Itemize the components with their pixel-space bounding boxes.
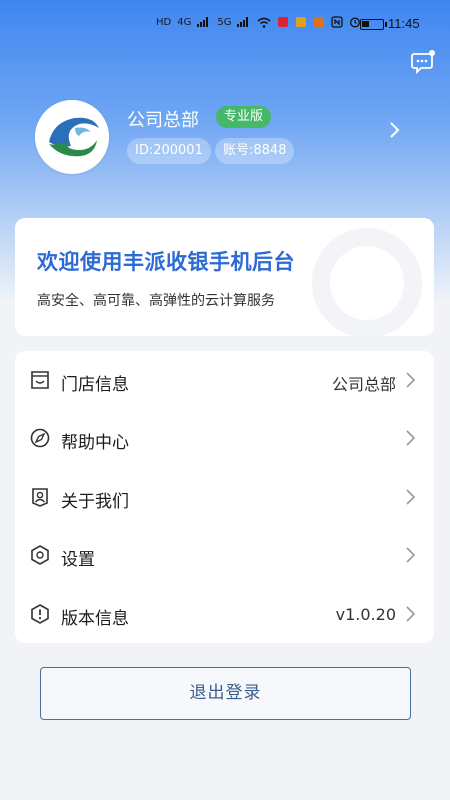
welcome-card: 欢迎使用丰派收银手机后台 高安全、高可靠、高弹性的云计算服务 [15, 218, 434, 336]
menu-item-label: 门店信息 [61, 375, 129, 395]
app-notification-icon [278, 17, 289, 27]
store-icon [31, 371, 49, 389]
chevron-right-icon [389, 120, 401, 145]
menu-item-settings[interactable]: 设置 [15, 526, 434, 584]
chevron-right-icon [406, 430, 416, 446]
menu-item-label: 版本信息 [61, 609, 129, 629]
battery-icon [360, 19, 387, 30]
chat-bubble-icon [411, 50, 435, 75]
company-logo-icon [35, 100, 109, 174]
status-icons: HD 4G 5G [156, 16, 361, 28]
network-label-hd1: HD [156, 16, 172, 28]
status-time: 11:45 [388, 16, 420, 31]
welcome-title: 欢迎使用丰派收银手机后台 [37, 250, 295, 274]
chevron-right-icon [406, 489, 416, 505]
menu-item-label: 帮助中心 [61, 433, 129, 453]
network-label-5g: 5G [217, 16, 232, 28]
signal-icon-2 [237, 17, 249, 27]
wifi-icon [258, 17, 271, 28]
network-label-4g: 4G [177, 16, 192, 28]
app-notification-icon-3 [314, 17, 325, 27]
compass-icon [30, 428, 50, 448]
decorative-circle [312, 228, 422, 336]
company-name: 公司总部 [127, 110, 199, 131]
menu-item-about-us[interactable]: 关于我们 [15, 468, 434, 526]
welcome-subtitle: 高安全、高可靠、高弹性的云计算服务 [37, 293, 275, 309]
info-icon [31, 604, 49, 624]
menu-item-help-center[interactable]: 帮助中心 [15, 409, 434, 467]
account-badge: 账号:8848 [215, 138, 295, 164]
menu-item-value: v1.0.20 [335, 605, 396, 624]
chevron-right-icon [406, 372, 416, 388]
menu-item-label: 关于我们 [61, 492, 129, 512]
nfc-icon [331, 16, 344, 28]
app-notification-icon-2 [296, 17, 307, 27]
menu-item-store-info[interactable]: 门店信息 公司总部 [15, 351, 434, 409]
id-badge: ID:200001 [127, 138, 211, 164]
menu-item-value: 公司总部 [331, 375, 396, 394]
avatar [35, 100, 109, 174]
chevron-right-icon [406, 547, 416, 563]
menu-item-version-info[interactable]: 版本信息 v1.0.20 [15, 585, 434, 643]
profile-section[interactable]: 公司总部 专业版 ID:200001 账号:8848 [35, 100, 415, 175]
signal-icon [197, 17, 209, 27]
message-button[interactable] [409, 48, 437, 76]
status-bar: HD 4G 5G 11:45 [0, 10, 450, 40]
chevron-right-icon [406, 606, 416, 622]
person-badge-icon [32, 488, 48, 507]
settings-icon [31, 545, 49, 565]
menu-list: 门店信息 公司总部 帮助中心 关于我们 设置 版本信息 v1.0.20 [15, 351, 434, 643]
edition-badge: 专业版 [216, 106, 272, 128]
menu-item-label: 设置 [61, 550, 95, 570]
logout-button[interactable]: 退出登录 [40, 667, 411, 720]
